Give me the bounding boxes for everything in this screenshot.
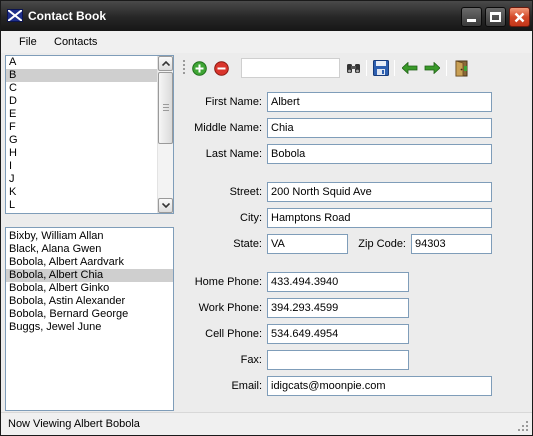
add-contact-button[interactable] (190, 59, 208, 77)
scroll-down-button[interactable] (158, 198, 173, 213)
contact-list-item[interactable]: Bobola, Astin Alexander (6, 295, 173, 308)
street-field[interactable]: 200 North Squid Ave (267, 182, 492, 202)
middle-name-label: Middle Name: (194, 122, 262, 134)
last-name-field[interactable]: Bobola (267, 144, 492, 164)
contact-list-item[interactable]: Bobola, Albert Aardvark (6, 256, 173, 269)
zip-code-field[interactable]: 94303 (411, 234, 492, 254)
work-phone-field[interactable]: 394.293.4599 (267, 298, 409, 318)
thumb-grip-line (163, 104, 169, 105)
home-phone-field[interactable]: 433.494.3940 (267, 272, 409, 292)
email-label: Email: (231, 380, 262, 392)
toolbar (180, 55, 532, 81)
letter-item[interactable]: J (6, 173, 173, 186)
minimize-icon (467, 19, 476, 22)
forward-arrow-icon (424, 62, 440, 74)
last-name-label: Last Name: (205, 148, 262, 160)
scroll-thumb[interactable] (158, 72, 173, 144)
contact-list[interactable]: Bixby, William Allan Black, Alana Gwen Bob… (5, 227, 174, 411)
minimize-button[interactable] (461, 7, 482, 27)
toolbar-separator (446, 60, 447, 76)
next-button[interactable] (423, 59, 441, 77)
status-bar: Now Viewing Albert Bobola (1, 412, 532, 435)
back-arrow-icon (402, 62, 418, 74)
letter-item[interactable]: G (6, 134, 173, 147)
letter-item[interactable]: C (6, 82, 173, 95)
menu-contacts[interactable]: Contacts (54, 36, 97, 48)
letter-item[interactable]: K (6, 186, 173, 199)
add-contact-icon (191, 60, 207, 76)
thumb-grip-line (163, 107, 169, 108)
contact-list-item[interactable]: Bobola, Albert Ginko (6, 282, 173, 295)
street-label: Street: (229, 186, 262, 198)
panel-splitter[interactable] (175, 55, 179, 411)
contact-list-item[interactable]: Bobola, Albert Chia (6, 269, 173, 282)
first-name-field[interactable]: Albert (267, 92, 492, 112)
work-phone-label: Work Phone: (198, 302, 262, 314)
window-title: Contact Book (28, 9, 106, 23)
chevron-up-icon (161, 61, 170, 66)
contact-list-item[interactable]: Black, Alana Gwen (6, 243, 173, 256)
city-field[interactable]: Hamptons Road (267, 208, 492, 228)
home-phone-label: Home Phone: (194, 276, 262, 288)
middle-name-field[interactable]: Chia (267, 118, 492, 138)
title-bar[interactable]: Contact Book (1, 1, 532, 31)
close-icon (514, 12, 525, 22)
contact-list-item[interactable]: Bobola, Bernard George (6, 308, 173, 321)
fax-label: Fax: (240, 354, 262, 366)
letter-item[interactable]: E (6, 108, 173, 121)
letter-item[interactable]: B (6, 69, 173, 82)
letter-items: ABCDEFGHIJKL (6, 56, 173, 212)
maximize-button[interactable] (485, 7, 506, 27)
remove-contact-button[interactable] (212, 59, 230, 77)
scotland-flag-icon (7, 9, 23, 22)
binoculars-icon (346, 63, 360, 73)
letter-item[interactable]: A (6, 56, 173, 69)
save-icon (373, 60, 389, 76)
letter-index-list[interactable]: ABCDEFGHIJKL (5, 55, 174, 214)
letter-item[interactable]: L (6, 199, 173, 212)
letter-item[interactable]: I (6, 160, 173, 173)
fax-field[interactable] (267, 350, 409, 370)
exit-button[interactable] (452, 59, 470, 77)
letter-item[interactable]: D (6, 95, 173, 108)
status-text: Now Viewing Albert Bobola (8, 418, 140, 430)
scroll-up-button[interactable] (158, 56, 173, 71)
menu-bar: File Contacts (1, 31, 532, 53)
exit-door-icon (455, 59, 467, 76)
contact-list-item[interactable]: Bixby, William Allan (6, 230, 173, 243)
contact-book-window: Contact Book File Contacts ABCDEFGHIJKL (0, 0, 533, 436)
toolbar-separator (366, 60, 367, 76)
save-button[interactable] (372, 59, 390, 77)
resize-grip-icon[interactable] (518, 421, 529, 432)
list-splitter[interactable] (5, 215, 174, 227)
first-name-label: First Name: (205, 96, 262, 108)
letter-item[interactable]: F (6, 121, 173, 134)
previous-button[interactable] (401, 59, 419, 77)
toolbar-separator (394, 60, 395, 76)
close-button[interactable] (509, 7, 530, 27)
letter-item[interactable]: H (6, 147, 173, 160)
letter-list-scrollbar[interactable] (157, 56, 173, 213)
maximize-icon (490, 12, 501, 22)
cell-phone-label: Cell Phone: (205, 328, 262, 340)
find-button[interactable] (344, 59, 362, 77)
toolbar-grip[interactable] (183, 60, 185, 76)
contact-list-item[interactable]: Buggs, Jewel June (6, 321, 173, 334)
contact-items: Bixby, William Allan Black, Alana Gwen Bob… (6, 230, 173, 334)
email-field[interactable]: idigcats@moonpie.com (267, 376, 492, 396)
thumb-grip-line (163, 110, 169, 111)
zip-code-label: Zip Code: (358, 238, 406, 250)
cell-phone-field[interactable]: 534.649.4954 (267, 324, 409, 344)
remove-contact-icon (213, 60, 229, 76)
menu-file[interactable]: File (19, 36, 37, 48)
state-label: State: (233, 238, 262, 250)
search-input[interactable] (241, 58, 340, 78)
chevron-down-icon (161, 203, 170, 208)
state-field[interactable]: VA (267, 234, 348, 254)
city-label: City: (240, 212, 262, 224)
